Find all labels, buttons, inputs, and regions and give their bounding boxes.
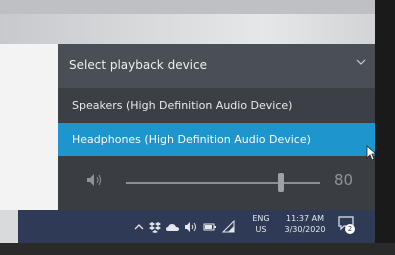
battery-icon[interactable] xyxy=(203,220,217,234)
notification-count-badge: 2 xyxy=(345,224,355,234)
desktop-window-edge xyxy=(0,44,60,210)
language-region: US xyxy=(255,225,267,234)
device-option-label: Speakers (High Definition Audio Device) xyxy=(72,99,293,112)
dropbox-icon[interactable] xyxy=(149,220,161,234)
speaker-tray-icon[interactable] xyxy=(184,220,198,234)
clock-date: 3/30/2020 xyxy=(284,225,326,234)
volume-value: 80 xyxy=(334,171,354,189)
monitor-bezel-right xyxy=(375,0,395,255)
flyout-title: Select playback device xyxy=(69,58,207,72)
language-code: ENG xyxy=(252,214,270,223)
device-option-headphones[interactable]: Headphones (High Definition Audio Device… xyxy=(58,123,376,156)
speaker-icon[interactable] xyxy=(86,173,104,187)
onedrive-icon[interactable] xyxy=(166,220,179,234)
desktop-background xyxy=(0,14,378,44)
clock-time: 11:37 AM xyxy=(286,214,324,223)
volume-slider-thumb[interactable] xyxy=(278,173,285,192)
volume-control: 80 xyxy=(58,158,376,210)
taskbar-clock[interactable]: 11:37 AM 3/30/2020 xyxy=(284,213,326,235)
playback-device-flyout: Select playback device Speakers (High De… xyxy=(58,44,376,210)
device-option-speakers[interactable]: Speakers (High Definition Audio Device) xyxy=(58,89,376,122)
input-language-indicator[interactable]: ENG US xyxy=(251,213,271,235)
chevron-down-icon[interactable] xyxy=(356,57,366,67)
wifi-icon[interactable] xyxy=(222,220,235,234)
device-option-label: Headphones (High Definition Audio Device… xyxy=(72,133,311,146)
device-selector-header[interactable]: Select playback device xyxy=(58,44,376,88)
monitor-bezel-bottom xyxy=(0,243,395,255)
monitor-bezel-top xyxy=(0,0,395,14)
taskbar: ENG US 11:37 AM 3/30/2020 2 xyxy=(18,210,376,243)
chevron-up-icon[interactable] xyxy=(134,220,144,234)
volume-slider-track[interactable] xyxy=(126,182,320,184)
